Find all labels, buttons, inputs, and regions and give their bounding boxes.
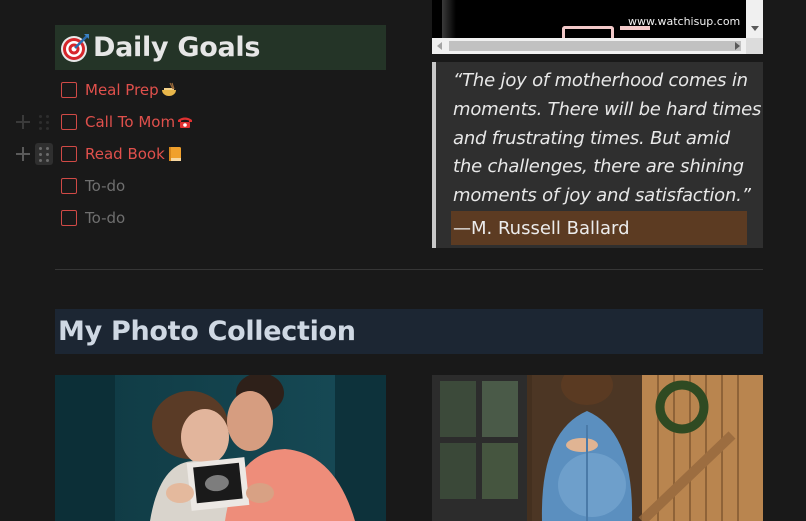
video-watermark: www.watchisup.com <box>628 15 741 28</box>
scroll-down-arrow-icon[interactable] <box>751 26 759 31</box>
scrollbar-thumb[interactable] <box>449 41 741 51</box>
checkbox[interactable] <box>61 82 77 98</box>
todo-placeholder[interactable]: To-do <box>85 177 125 195</box>
todo-label[interactable]: Call To Mom <box>85 113 175 131</box>
add-block-icon[interactable] <box>16 115 30 129</box>
todo-label[interactable]: Meal Prep <box>85 81 159 99</box>
video-frame <box>442 0 456 40</box>
photo-pregnant-woman[interactable] <box>432 375 763 521</box>
telephone-icon <box>178 117 193 128</box>
divider <box>55 269 763 270</box>
horizontal-scrollbar[interactable] <box>432 38 763 54</box>
orange-book-icon <box>168 147 181 161</box>
todo-item-empty-1[interactable]: To-do <box>61 174 125 198</box>
checkbox[interactable] <box>61 178 77 194</box>
daily-goals-title: Daily Goals <box>93 32 261 63</box>
vertical-scrollbar[interactable] <box>746 0 763 38</box>
scroll-left-arrow-icon[interactable] <box>437 42 442 50</box>
quote-block[interactable]: “The joy of motherhood comes in moments.… <box>432 62 763 248</box>
todo-item-empty-2[interactable]: To-do <box>61 206 125 230</box>
ramen-bowl-icon <box>161 82 176 96</box>
photo-collection-title: My Photo Collection <box>58 316 356 347</box>
todo-label[interactable]: Read Book <box>85 145 165 163</box>
checkbox[interactable] <box>61 114 77 130</box>
todo-placeholder[interactable]: To-do <box>85 209 125 227</box>
drag-handle-icon[interactable] <box>35 111 53 133</box>
quote-author[interactable]: —M. Russell Ballard <box>451 211 747 245</box>
photo-image <box>432 375 763 521</box>
quote-text[interactable]: “The joy of motherhood comes in moments.… <box>453 67 763 211</box>
video-embed[interactable]: www.watchisup.com <box>432 0 763 54</box>
scrollbar-corner <box>746 38 763 54</box>
drag-handle-icon[interactable] <box>35 143 53 165</box>
row-handle-call-to-mom[interactable] <box>16 111 53 133</box>
scroll-right-arrow-icon[interactable] <box>735 42 740 50</box>
todo-item-call-to-mom[interactable]: Call To Mom <box>61 110 193 134</box>
checkbox[interactable] <box>61 146 77 162</box>
direct-hit-icon <box>61 33 89 62</box>
add-block-icon[interactable] <box>16 147 30 161</box>
row-handle-read-book[interactable] <box>16 143 53 165</box>
todo-item-meal-prep[interactable]: Meal Prep <box>61 78 177 102</box>
todo-item-read-book[interactable]: Read Book <box>61 142 183 166</box>
checkbox[interactable] <box>61 210 77 226</box>
photo-couple-ultrasound[interactable] <box>55 375 386 521</box>
daily-goals-heading: Daily Goals <box>55 25 386 70</box>
photo-collection-heading: My Photo Collection <box>55 309 763 354</box>
photo-image <box>55 375 386 521</box>
